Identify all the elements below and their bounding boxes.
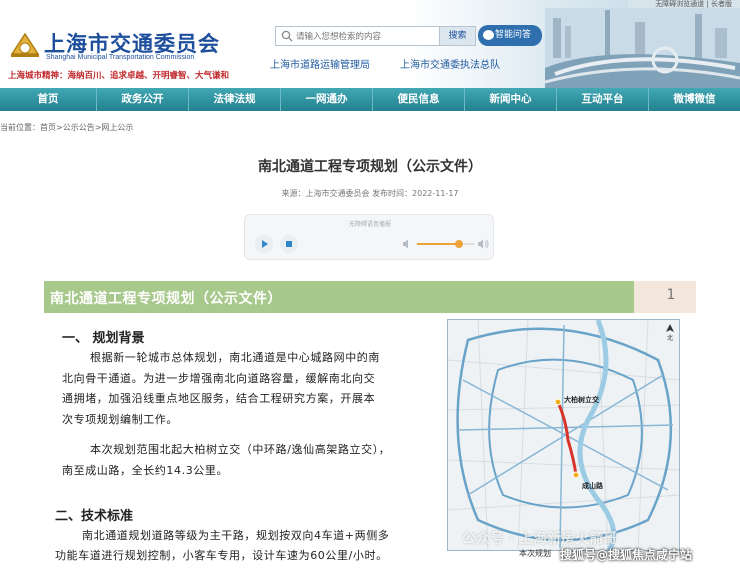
article-title: 南北通道工程专项规划（公示文件） [258, 159, 482, 175]
section-heading-standards: 二、技术标准 [55, 509, 134, 524]
volume-fill [417, 243, 459, 245]
document-banner: 南北通道工程专项规划（公示文件） [44, 281, 634, 313]
watermark-sohu: 搜狐号@搜狐焦点咸宁站 [560, 548, 693, 562]
volume-knob[interactable] [454, 240, 463, 248]
ai-qa-button[interactable]: 智能问答 [478, 25, 542, 46]
volume-high-icon[interactable] [477, 238, 489, 250]
article-meta: 来源：上海市交通委员会 发布时间：2022-11-17 [281, 189, 459, 198]
main-nav: 首页 政务公开 法律法规 一网通办 便民信息 新闻中心 互动平台 微博微信 [0, 88, 740, 111]
city-skyline-banner [545, 8, 740, 88]
breadcrumb[interactable]: 当前位置：首页>公示公告>网上公示 [0, 122, 133, 133]
para-line: 北向骨干通道。为进一步增强南北向道路容量，缓解南北向交 [62, 371, 376, 385]
route-map: 大柏树立交 成山路 北 [447, 319, 680, 551]
nav-laws[interactable]: 法律法规 [189, 88, 281, 111]
watermark-wechat: 公众号 · 上海新房火箭哥 [462, 531, 618, 547]
nav-weibo-wechat[interactable]: 微博微信 [649, 88, 740, 111]
page-number: 1 [666, 287, 676, 303]
para-line: 功能车道进行规划控制，小客车专用，设计车速为60公里/小时。 [55, 549, 388, 562]
search-button[interactable]: 搜索 [440, 26, 476, 46]
player-label: 无障碍语音播报 [348, 221, 391, 228]
stop-button[interactable] [280, 235, 298, 253]
ai-qa-label: 智能问答 [495, 30, 532, 40]
map-end-label: 成山路 [582, 481, 604, 490]
map-caption: 本次规划 [519, 549, 551, 558]
nav-one-net[interactable]: 一网通办 [281, 88, 373, 111]
chat-bubble-icon [483, 30, 494, 40]
volume-slider[interactable] [417, 240, 475, 248]
city-spirit-slogan: 上海城市精神：海纳百川、追求卓越、开明睿智、大气谦和 [8, 71, 230, 81]
play-button[interactable] [255, 235, 273, 253]
para-line: 南至成山路，全长约14.3公里。 [62, 464, 229, 477]
emblem-logo-icon [10, 32, 40, 57]
para-line: 南北通道规划道路等级为主干路，规划按双向4车道+两侧多 [82, 529, 390, 542]
search-icon [281, 30, 293, 42]
site-subtitle: Shanghai Municipal Transportation Commis… [46, 54, 195, 61]
route-map-graphic: 大柏树立交 成山路 北 [448, 320, 679, 550]
nav-public-info[interactable]: 便民信息 [373, 88, 465, 111]
site-header: 无障碍浏览通道 | 长者版 上海市交通委员会 Shanghai Municipa… [0, 0, 740, 88]
nav-interaction[interactable]: 互动平台 [557, 88, 649, 111]
play-icon [262, 240, 268, 248]
para-line: 根据新一轮城市总体规划，南北通道是中心城路网中的南 [90, 351, 380, 364]
stop-icon [286, 241, 292, 247]
map-start-label: 大柏树立交 [564, 395, 600, 404]
section-heading-background: 一、 规划背景 [62, 331, 145, 346]
document-banner-title: 南北通道工程专项规划（公示文件） [50, 291, 282, 307]
para-line: 次专项规划编制工作。 [62, 412, 178, 426]
link-road-transport-bureau[interactable]: 上海市道路运输管理局 [270, 56, 370, 71]
search-input[interactable] [296, 29, 436, 44]
para-line: 本次规划范围北起大柏树立交（中环路/逸仙高架路立交）， [90, 443, 391, 456]
link-enforcement-team[interactable]: 上海市交通委执法总队 [400, 56, 500, 71]
audio-player: 无障碍语音播报 [244, 214, 494, 260]
volume-low-icon[interactable] [401, 238, 413, 250]
accessibility-links[interactable]: 无障碍浏览通道 | 长者版 [628, 0, 740, 8]
nav-news[interactable]: 新闻中心 [465, 88, 557, 111]
page-number-box: 1 [634, 281, 696, 313]
para-line: 通拥堵，加强沿线重点地区服务，结合工程研究方案，开展本 [62, 392, 376, 405]
search-box [275, 26, 440, 46]
nav-gov-affairs[interactable]: 政务公开 [97, 88, 189, 111]
nav-home[interactable]: 首页 [0, 88, 97, 111]
map-north-label: 北 [667, 334, 673, 342]
